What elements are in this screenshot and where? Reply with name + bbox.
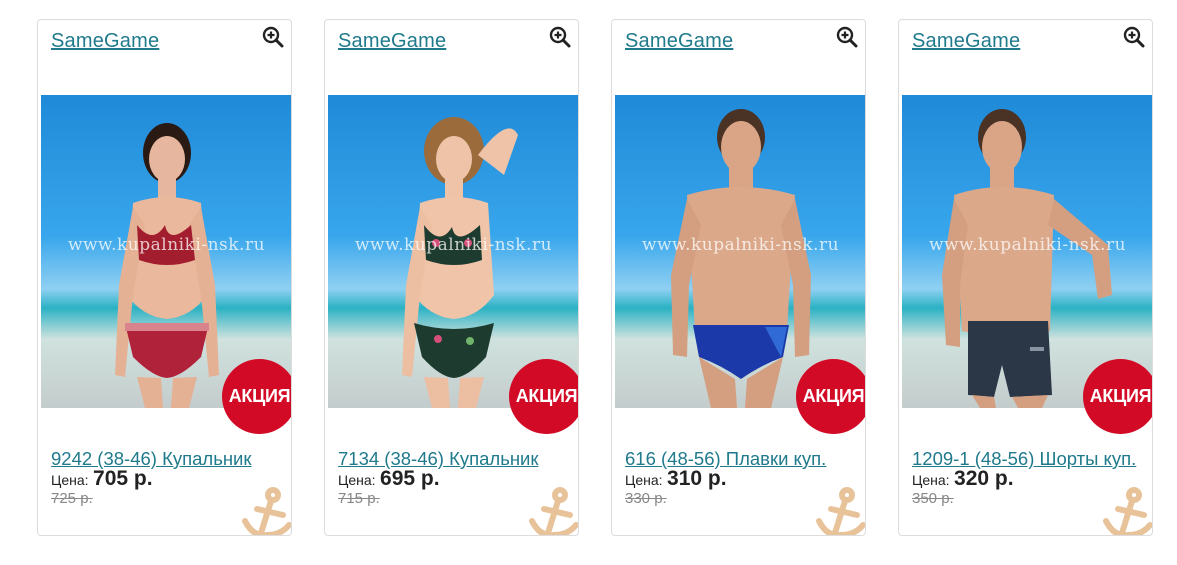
old-price: 725 р.	[51, 490, 93, 507]
price-value: 310 р.	[667, 467, 727, 490]
zoom-in-icon[interactable]	[548, 25, 572, 49]
price-value: 695 р.	[380, 467, 440, 490]
price-row: Цена: 705 р.	[51, 467, 153, 491]
price-label: Цена:	[338, 472, 376, 488]
price-row: Цена: 695 р.	[338, 467, 440, 491]
watermark: www.kupalniki-nsk.ru	[928, 235, 1127, 255]
price-value: 320 р.	[954, 467, 1014, 490]
watermark: www.kupalniki-nsk.ru	[641, 235, 840, 255]
price-label: Цена:	[51, 472, 89, 488]
zoom-in-icon[interactable]	[261, 25, 285, 49]
product-card[interactable]: SameGame www.kupalniki-nsk.ru АКЦИЯ 616 …	[611, 19, 866, 536]
price-value: 705 р.	[93, 467, 153, 490]
sale-badge: АКЦИЯ	[509, 359, 578, 434]
old-price: 715 р.	[338, 490, 380, 507]
brand-link[interactable]: SameGame	[625, 30, 733, 53]
anchor-icon	[816, 487, 865, 535]
anchor-icon	[242, 487, 291, 535]
brand-link[interactable]: SameGame	[51, 30, 159, 53]
brand-link[interactable]: SameGame	[338, 30, 446, 53]
price-label: Цена:	[912, 472, 950, 488]
zoom-in-icon[interactable]	[835, 25, 859, 49]
sale-badge: АКЦИЯ	[1083, 359, 1152, 434]
sale-badge: АКЦИЯ	[796, 359, 865, 434]
old-price: 350 р.	[912, 490, 954, 507]
old-price: 330 р.	[625, 490, 667, 507]
anchor-icon	[529, 487, 578, 535]
price-label: Цена:	[625, 472, 663, 488]
price-row: Цена: 320 р.	[912, 467, 1014, 491]
price-row: Цена: 310 р.	[625, 467, 727, 491]
zoom-in-icon[interactable]	[1122, 25, 1146, 49]
product-card[interactable]: SameGame www.kupalniki-nsk.ru АКЦИЯ 9242…	[37, 19, 292, 536]
product-card[interactable]: SameGame www.kupalniki-nsk.ru АКЦИЯ 1209…	[898, 19, 1153, 536]
anchor-icon	[1103, 487, 1152, 535]
brand-link[interactable]: SameGame	[912, 30, 1020, 53]
sale-badge: АКЦИЯ	[222, 359, 291, 434]
watermark: www.kupalniki-nsk.ru	[354, 235, 553, 255]
product-card[interactable]: SameGame www.kupalniki-nsk.ru АКЦИЯ 7134…	[324, 19, 579, 536]
watermark: www.kupalniki-nsk.ru	[67, 235, 266, 255]
